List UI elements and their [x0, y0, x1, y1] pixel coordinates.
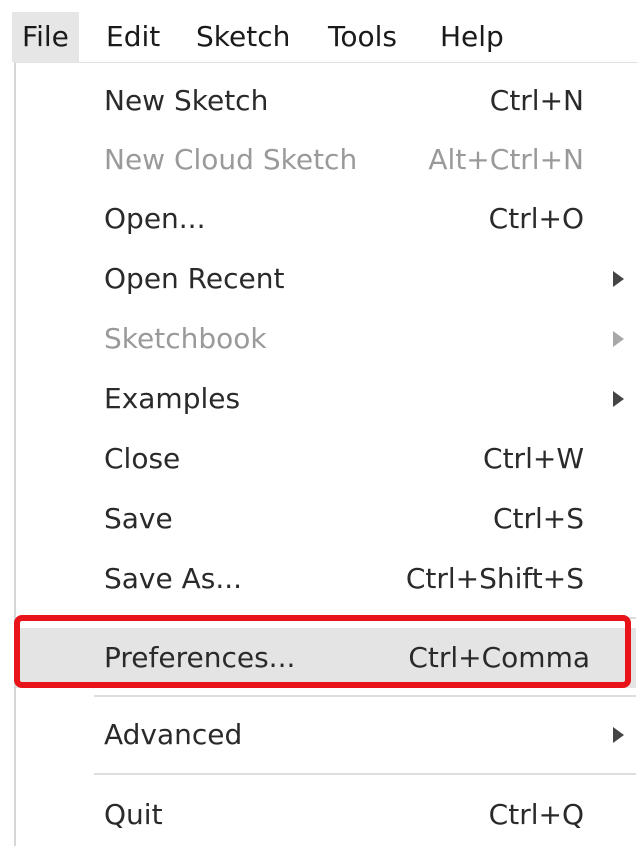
menu-item-label: Examples [104, 382, 241, 415]
menu-item-save-as[interactable]: Save As... Ctrl+Shift+S [16, 549, 636, 609]
menu-item-label: Close [104, 442, 181, 475]
menu-item-label: New Cloud Sketch [104, 143, 358, 176]
menu-item-close[interactable]: Close Ctrl+W [16, 429, 636, 489]
menu-item-shortcut: Ctrl+Shift+S [405, 562, 584, 595]
menu-item-open-recent[interactable]: Open Recent [16, 249, 636, 309]
menu-item-new-cloud-sketch: New Cloud Sketch Alt+Ctrl+N [16, 130, 636, 190]
menu-item-label: Preferences... [104, 641, 296, 674]
menu-item-label: Open Recent [104, 262, 285, 295]
menu-item-save[interactable]: Save Ctrl+S [16, 489, 636, 549]
menu-item-examples[interactable]: Examples [16, 369, 636, 429]
menu-sketch[interactable]: Sketch [186, 12, 300, 62]
menu-item-shortcut: Alt+Ctrl+N [428, 143, 584, 176]
menu-item-shortcut: Ctrl+W [483, 442, 584, 475]
submenu-arrow-icon [613, 271, 624, 287]
menu-item-label: Sketchbook [104, 322, 267, 355]
menu-file[interactable]: File [12, 12, 79, 62]
menu-item-preferences[interactable]: Preferences... Ctrl+Comma [16, 628, 636, 688]
menu-separator [94, 695, 636, 697]
menu-item-advanced[interactable]: Advanced [16, 705, 636, 765]
menu-item-label: Quit [104, 798, 163, 831]
file-menu-dropdown: New Sketch Ctrl+N New Cloud Sketch Alt+C… [14, 62, 638, 846]
menu-edit[interactable]: Edit [96, 12, 170, 62]
menu-item-new-sketch[interactable]: New Sketch Ctrl+N [16, 71, 636, 131]
submenu-arrow-icon [613, 331, 624, 347]
menu-item-shortcut: Ctrl+O [488, 202, 584, 235]
menu-separator [94, 773, 636, 775]
menu-item-shortcut: Ctrl+S [492, 502, 584, 535]
menu-item-shortcut: Ctrl+Q [488, 798, 584, 831]
menu-help[interactable]: Help [430, 12, 514, 62]
menu-item-label: New Sketch [104, 84, 269, 117]
menu-item-shortcut: Ctrl+Comma [408, 641, 590, 674]
menu-item-shortcut: Ctrl+N [489, 84, 584, 117]
menu-tools[interactable]: Tools [318, 12, 407, 62]
submenu-arrow-icon [613, 727, 624, 743]
menu-item-label: Advanced [104, 718, 243, 751]
menu-item-label: Save As... [104, 562, 243, 595]
menu-item-sketchbook: Sketchbook [16, 309, 636, 369]
menu-item-quit[interactable]: Quit Ctrl+Q [16, 785, 636, 845]
menu-item-label: Open... [104, 202, 206, 235]
submenu-arrow-icon [613, 391, 624, 407]
menu-item-label: Save [104, 502, 173, 535]
menu-separator [94, 617, 636, 619]
menu-item-open[interactable]: Open... Ctrl+O [16, 189, 636, 249]
